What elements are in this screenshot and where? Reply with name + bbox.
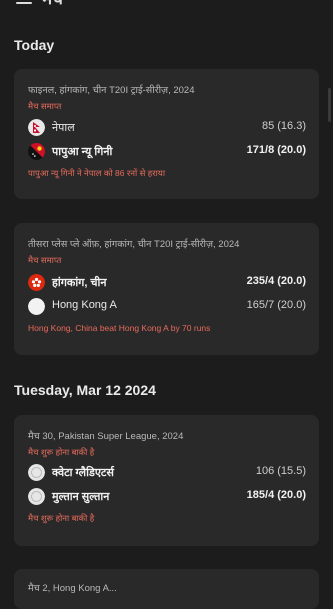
team-score: 171/8 (20.0): [246, 144, 306, 156]
match-result: मैच शुरू होना बाकी है: [28, 513, 95, 523]
team-row: मुल्तान सुल्तान 185/4 (20.0): [28, 488, 306, 506]
match-result: Hong Kong, China beat Hong Kong A by 70 …: [28, 323, 211, 333]
match-status: मैच शुरू होना बाकी है: [28, 447, 95, 457]
series-label: मैच 30, Pakistan Super League, 2024: [28, 431, 184, 442]
team-score: 235/4 (20.0): [246, 275, 306, 287]
series-label: तीसरा प्लेस प्ले ऑफ़, हांगकांग, चीन T20I…: [28, 239, 240, 250]
team-row: Hong Kong A 165/7 (20.0): [28, 298, 306, 316]
team-row: क्वेटा ग्लैडिएटर्स 106 (15.5): [28, 464, 306, 482]
team-score: 106 (15.5): [255, 465, 306, 477]
match-result: पापुआ न्यू गिनी ने नेपाल को 86 रनों से ह…: [28, 168, 166, 178]
match-status: मैच समाप्त: [28, 255, 62, 265]
scrollbar-thumb[interactable]: [328, 88, 331, 122]
png-flag-icon: [28, 143, 45, 160]
match-card[interactable]: मैच 2, Hong Kong A...: [14, 569, 319, 609]
team-row: हांगकांग, चीन 235/4 (20.0): [28, 274, 306, 292]
team-name: हांगकांग, चीन: [52, 277, 107, 289]
page-title: मैच: [42, 0, 63, 9]
series-label: फाइनल, हांगकांग, चीन T20I ट्राई-सीरीज़, …: [28, 85, 195, 96]
menu-icon[interactable]: [16, 0, 32, 4]
app-bar: मैच: [0, 0, 333, 9]
team-name: क्वेटा ग्लैडिएटर्स: [52, 467, 114, 479]
team-name: नेपाल: [52, 122, 75, 134]
match-status: मैच समाप्त: [28, 101, 62, 111]
match-card[interactable]: मैच 30, Pakistan Super League, 2024 मैच …: [14, 415, 319, 546]
series-label: मैच 2, Hong Kong A...: [28, 583, 117, 594]
team-row: पापुआ न्यू गिनी 171/8 (20.0): [28, 143, 306, 161]
match-card[interactable]: तीसरा प्लेस प्ले ऑफ़, हांगकांग, चीन T20I…: [14, 223, 319, 355]
nepal-flag-icon: [28, 119, 45, 136]
match-card[interactable]: फाइनल, हांगकांग, चीन T20I ट्राई-सीरीज़, …: [14, 69, 319, 199]
team-score: 185/4 (20.0): [246, 489, 306, 501]
team-name: पापुआ न्यू गिनी: [52, 146, 113, 158]
team-row: नेपाल 85 (16.3): [28, 119, 306, 137]
team-name: Hong Kong A: [52, 299, 117, 311]
team-score: 165/7 (20.0): [246, 299, 306, 311]
multan-logo-icon: [28, 488, 45, 505]
generic-team-icon: [28, 298, 45, 315]
quetta-logo-icon: [28, 464, 45, 481]
team-score: 85 (16.3): [261, 120, 306, 132]
section-heading-tuesday: Tuesday, Mar 12 2024: [14, 382, 156, 398]
section-heading-today: Today: [14, 37, 55, 53]
hong-kong-flag-icon: [28, 274, 45, 291]
team-name: मुल्तान सुल्तान: [52, 491, 110, 503]
